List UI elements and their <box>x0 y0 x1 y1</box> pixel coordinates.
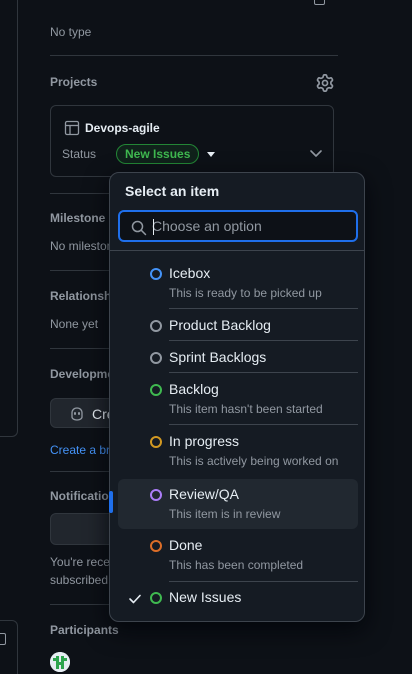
status-dot-icon <box>150 540 162 552</box>
status-label: Status <box>62 147 97 161</box>
status-dot-icon <box>150 436 162 448</box>
option-backlog[interactable]: Backlog This item hasn't been started <box>118 377 358 419</box>
option-label: Product Backlog <box>169 317 271 333</box>
option-label: Icebox <box>169 265 211 281</box>
project-title[interactable]: Devops-agile <box>64 120 160 136</box>
dropdown-search[interactable] <box>118 210 358 242</box>
milestone-title: Milestone <box>50 211 106 225</box>
copy-icon[interactable] <box>314 0 325 5</box>
copilot-icon <box>71 407 83 421</box>
file-icon[interactable] <box>0 633 6 645</box>
option-label: New Issues <box>169 589 242 605</box>
option-label: Done <box>169 537 203 553</box>
option-description: This is ready to be picked up <box>169 286 322 300</box>
option-label: Sprint Backlogs <box>169 349 267 365</box>
option-sprint-backlogs[interactable]: Sprint Backlogs <box>118 345 358 373</box>
chevron-down-icon[interactable] <box>309 149 323 159</box>
status-dot-icon <box>150 268 162 280</box>
status-badge[interactable]: New Issues <box>116 144 200 164</box>
status-dot-icon <box>150 489 162 501</box>
text-cursor <box>153 219 154 235</box>
left-panel-edge <box>0 0 18 437</box>
option-divider <box>169 308 358 309</box>
option-new-issues[interactable]: New Issues <box>118 585 358 613</box>
option-description: This item is in review <box>169 507 281 521</box>
status-dot-icon <box>150 592 162 604</box>
select-item-dropdown: Select an item Icebox This is ready to b… <box>109 172 365 622</box>
option-label: Backlog <box>169 381 219 397</box>
option-in-progress[interactable]: In progress This is actively being worke… <box>118 429 358 471</box>
option-description: This has been completed <box>169 558 304 572</box>
option-product-backlog[interactable]: Product Backlog <box>118 313 358 341</box>
status-dot-icon <box>150 320 162 332</box>
option-label: In progress <box>169 433 240 449</box>
gear-icon[interactable] <box>316 74 334 92</box>
option-divider <box>169 372 358 373</box>
left-panel-edge-bottom <box>0 620 18 674</box>
project-card: Devops-agile Status New Issues <box>50 105 334 177</box>
option-review-qa[interactable]: Review/QA This item is in review <box>118 479 358 529</box>
focus-indicator <box>109 491 113 513</box>
participants-title: Participants <box>50 623 119 637</box>
option-divider <box>169 340 358 341</box>
table-icon <box>64 120 80 136</box>
projects-title: Projects <box>50 75 98 89</box>
avatar-icon <box>50 652 70 672</box>
issue-sidebar-page: No type Projects Devops-agile Status New… <box>0 0 412 674</box>
divider <box>50 55 338 56</box>
search-input[interactable] <box>152 217 347 235</box>
status-dot-icon <box>150 384 162 396</box>
option-description: This is actively being worked on <box>169 454 339 468</box>
caret-down-icon[interactable] <box>207 151 216 157</box>
dropdown-divider <box>110 250 364 251</box>
search-icon <box>131 220 147 236</box>
option-label: Review/QA <box>169 486 240 502</box>
avatar[interactable] <box>50 652 70 672</box>
project-name[interactable]: Devops-agile <box>85 121 160 135</box>
status-row: Status New Issues <box>62 144 216 164</box>
check-icon <box>129 594 141 604</box>
option-description: This item hasn't been started <box>169 402 323 416</box>
type-value: No type <box>50 25 92 39</box>
option-divider <box>169 581 358 582</box>
option-icebox[interactable]: Icebox This is ready to be picked up <box>118 261 358 303</box>
option-done[interactable]: Done This has been completed <box>118 533 358 575</box>
relationships-value: None yet <box>50 317 99 331</box>
option-divider <box>169 424 358 425</box>
dropdown-title: Select an item <box>125 183 220 199</box>
status-dot-icon <box>150 352 162 364</box>
